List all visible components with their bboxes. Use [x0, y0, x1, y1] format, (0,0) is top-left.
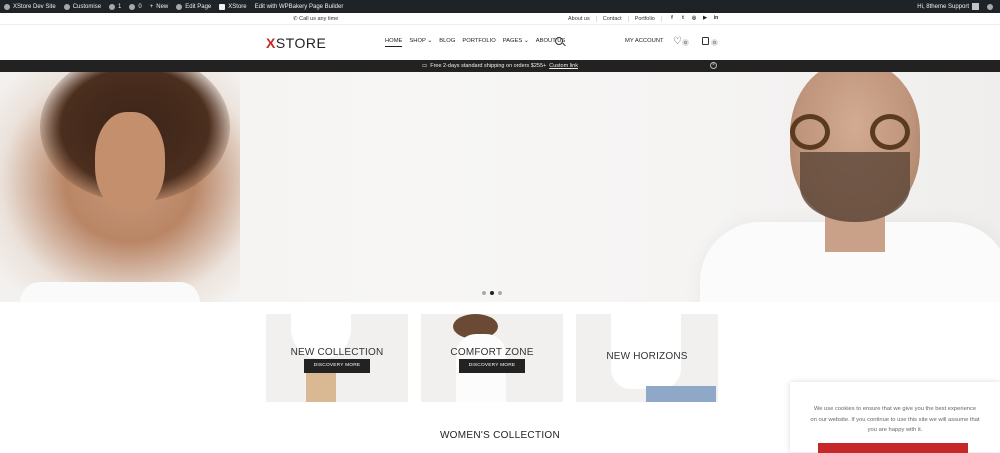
site-menu[interactable]: XStore Dev Site: [0, 0, 60, 13]
tile-image: [646, 386, 716, 402]
comments-count: 0: [138, 3, 142, 10]
hero-man-image: [690, 72, 1000, 302]
updates-count: 1: [118, 3, 122, 10]
instagram-icon[interactable]: ◎: [691, 15, 697, 21]
site-header: XSTORE HOME SHOP ⌄ BLOG PORTFOLIO PAGES …: [0, 26, 1000, 59]
close-icon[interactable]: ×: [710, 62, 717, 69]
nav-blog[interactable]: BLOG: [439, 38, 455, 47]
tile-title: NEW HORIZONS: [606, 351, 688, 362]
youtube-icon[interactable]: ▶: [702, 15, 708, 21]
cookie-text: We use cookies to ensure that we give yo…: [810, 406, 980, 433]
facebook-icon[interactable]: f: [669, 15, 675, 21]
twitter-icon[interactable]: t: [680, 15, 686, 21]
collection-tile-new[interactable]: NEW COLLECTION DISCOVERY MORE: [266, 314, 408, 402]
promo-text: Free 2-days standard shipping on orders …: [430, 63, 547, 69]
comment-icon: [129, 3, 136, 10]
nav-portfolio[interactable]: PORTFOLIO: [462, 38, 495, 47]
admin-search[interactable]: [983, 0, 1000, 13]
top-links: About us Contact Portfolio: [562, 13, 662, 24]
new-label: New: [156, 3, 169, 10]
edit-page-label: Edit Page: [185, 3, 212, 10]
linkedin-icon[interactable]: in: [713, 15, 719, 21]
pencil-icon: [176, 3, 183, 10]
wpbakery-label: Edit with WPBakery Page Builder: [254, 3, 344, 10]
call-text: Call us any time: [299, 16, 339, 22]
cookie-notice: We use cookies to ensure that we give yo…: [790, 382, 1000, 453]
chevron-down-icon: ⌄: [427, 38, 433, 44]
site-name: XStore Dev Site: [13, 3, 56, 10]
slider-dot[interactable]: [498, 291, 502, 295]
home-icon: [4, 3, 10, 10]
updates-menu[interactable]: 1: [105, 0, 125, 13]
nav-pages-label: PAGES: [502, 38, 523, 44]
tile-title: NEW COLLECTION: [290, 347, 384, 358]
logo-text: STORE: [275, 35, 327, 51]
call-us: ✆ Call us any time: [293, 16, 339, 22]
hero-woman-face: [95, 112, 165, 212]
promo-bar: ▭ Free 2-days standard shipping on order…: [0, 60, 1000, 72]
site-logo[interactable]: XSTORE: [266, 35, 326, 51]
link-about-us[interactable]: About us: [562, 15, 597, 22]
truck-icon: ▭: [422, 63, 428, 69]
xstore-menu[interactable]: XStore: [215, 0, 250, 13]
wpbakery-menu[interactable]: Edit with WPBakery Page Builder: [251, 0, 348, 13]
plus-icon: +: [149, 3, 154, 10]
social-links: f t ◎ ▶ in: [669, 15, 719, 21]
xstore-label: XStore: [228, 3, 247, 10]
slider-dot-active[interactable]: [490, 291, 494, 295]
nav-home[interactable]: HOME: [385, 38, 403, 47]
comments-menu[interactable]: 0: [125, 0, 145, 13]
cookie-accept-button[interactable]: [818, 443, 968, 453]
glasses-left: [790, 114, 830, 150]
wishlist-icon[interactable]: ♡: [673, 36, 682, 47]
glasses-right: [870, 114, 910, 150]
account-menu[interactable]: Hi, 8theme Support: [913, 0, 983, 13]
new-menu[interactable]: + New: [146, 0, 173, 13]
edit-page-menu[interactable]: Edit Page: [172, 0, 215, 13]
collection-tile-comfort[interactable]: COMFORT ZONE DISCOVERY MORE: [421, 314, 563, 402]
customise-label: Customise: [72, 3, 102, 10]
greeting-label: Hi, 8theme Support: [917, 3, 969, 10]
xstore-icon: [219, 3, 226, 10]
search-icon[interactable]: [555, 37, 563, 45]
top-bar: ✆ Call us any time About us Contact Port…: [0, 13, 1000, 25]
nav-pages[interactable]: PAGES ⌄: [503, 38, 529, 47]
customise-menu[interactable]: Customise: [60, 0, 105, 13]
search-icon: [987, 3, 993, 10]
slider-dots: [482, 291, 502, 295]
cart-count: 0: [711, 39, 718, 46]
nav-shop-label: SHOP: [409, 38, 426, 44]
cart-icon[interactable]: [702, 37, 709, 45]
discovery-more-button[interactable]: DISCOVERY MORE: [459, 359, 525, 373]
link-contact[interactable]: Contact: [597, 15, 629, 22]
wishlist-count: 0: [682, 39, 689, 46]
hero-man-beard: [800, 152, 910, 222]
promo-link[interactable]: Custom link: [549, 63, 578, 69]
main-nav: HOME SHOP ⌄ BLOG PORTFOLIO PAGES ⌄ ABOUT…: [385, 38, 565, 47]
collection-tile-horizons[interactable]: NEW HORIZONS: [576, 314, 718, 402]
logo-x: X: [266, 35, 276, 51]
nav-shop[interactable]: SHOP ⌄: [409, 38, 432, 47]
avatar: [972, 3, 979, 10]
tile-title: COMFORT ZONE: [450, 347, 534, 358]
my-account-link[interactable]: MY ACCOUNT: [625, 38, 664, 44]
chevron-down-icon: ⌄: [523, 38, 529, 44]
link-portfolio[interactable]: Portfolio: [629, 15, 662, 22]
refresh-icon: [109, 3, 116, 10]
discovery-more-button[interactable]: DISCOVERY MORE: [304, 359, 370, 373]
brush-icon: [63, 3, 70, 10]
wp-admin-bar: XStore Dev Site Customise 1 0 + New Edit …: [0, 0, 1000, 13]
hero-slider[interactable]: [0, 72, 1000, 302]
hero-woman-top: [20, 282, 200, 302]
slider-dot[interactable]: [482, 291, 486, 295]
tile-image: [306, 369, 336, 402]
